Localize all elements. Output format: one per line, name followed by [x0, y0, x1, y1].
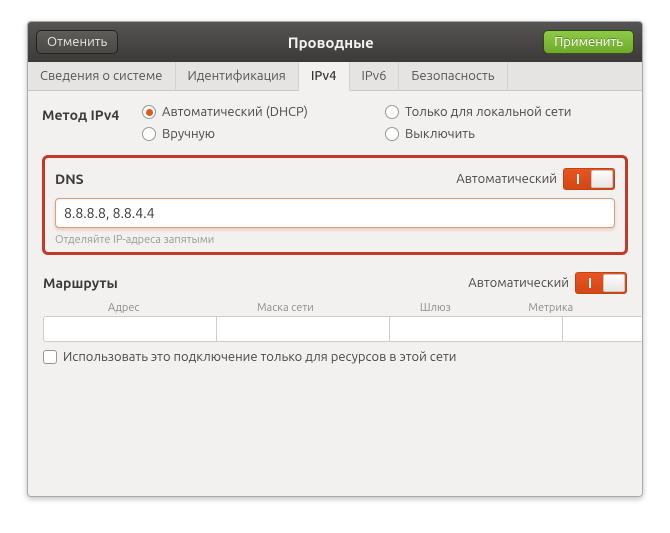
- switch-knob: [591, 170, 613, 188]
- dns-section: DNS Автоматический Отделяйте IP-адреса з…: [42, 155, 628, 255]
- method-manual[interactable]: Вручную: [142, 127, 385, 141]
- routes-title: Маршруты: [43, 275, 468, 291]
- dns-auto-label: Автоматический: [456, 172, 557, 186]
- tab-content: Метод IPv4 Автоматический (DHCP) Только …: [28, 91, 642, 387]
- routes-auto-label: Автоматический: [468, 276, 569, 290]
- tab-identity[interactable]: Идентификация: [176, 62, 299, 90]
- checkbox-icon: [43, 350, 57, 364]
- radio-icon: [142, 127, 156, 141]
- tabs-bar: Сведения о системе Идентификация IPv4 IP…: [28, 62, 642, 91]
- dns-header: DNS Автоматический: [55, 168, 615, 190]
- routes-column-headers: Адрес Маска сети Шлюз Метрика: [43, 302, 627, 314]
- routes-header: Маршруты Автоматический: [43, 272, 627, 294]
- route-netmask-input[interactable]: [217, 316, 390, 342]
- network-settings-window: Отменить Проводные Применить Сведения о …: [27, 21, 643, 497]
- switch-on-icon: [589, 278, 591, 288]
- dns-servers-input[interactable]: [55, 198, 615, 228]
- routes-only-local-label: Использовать это подключение только для …: [63, 350, 456, 364]
- window-title: Проводные: [118, 34, 543, 51]
- radio-icon: [142, 105, 156, 119]
- col-gateway: Шлюз: [366, 302, 505, 314]
- route-address-input[interactable]: [43, 316, 217, 342]
- route-metric-input[interactable]: [563, 316, 643, 342]
- method-local-label: Только для локальной сети: [405, 105, 572, 119]
- method-manual-label: Вручную: [162, 127, 215, 141]
- method-auto[interactable]: Автоматический (DHCP): [142, 105, 385, 119]
- ipv4-method-options: Автоматический (DHCP) Только для локальн…: [142, 105, 628, 141]
- col-metric: Метрика: [505, 302, 597, 314]
- tab-details[interactable]: Сведения о системе: [28, 62, 176, 90]
- dns-auto-switch[interactable]: [563, 168, 615, 190]
- route-row: [43, 316, 627, 342]
- dns-title: DNS: [55, 171, 456, 187]
- method-auto-label: Автоматический (DHCP): [162, 105, 308, 119]
- radio-icon: [385, 105, 399, 119]
- method-off-label: Выключить: [405, 127, 475, 141]
- routes-section: Маршруты Автоматический Адрес Маска сети…: [42, 267, 628, 365]
- switch-knob: [603, 274, 625, 292]
- radio-icon: [385, 127, 399, 141]
- tab-ipv6[interactable]: IPv6: [350, 62, 400, 90]
- tab-ipv4[interactable]: IPv4: [299, 62, 350, 91]
- dns-hint: Отделяйте IP-адреса запятыми: [55, 234, 615, 246]
- route-gateway-input[interactable]: [390, 316, 563, 342]
- col-netmask: Маска сети: [205, 302, 367, 314]
- method-local[interactable]: Только для локальной сети: [385, 105, 628, 119]
- routes-auto-switch[interactable]: [575, 272, 627, 294]
- method-off[interactable]: Выключить: [385, 127, 628, 141]
- col-address: Адрес: [43, 302, 205, 314]
- apply-button[interactable]: Применить: [543, 30, 634, 54]
- cancel-button[interactable]: Отменить: [36, 30, 118, 54]
- ipv4-method-label: Метод IPv4: [42, 105, 142, 123]
- tab-security[interactable]: Безопасность: [399, 62, 507, 90]
- routes-only-local[interactable]: Использовать это подключение только для …: [43, 350, 627, 364]
- ipv4-method-row: Метод IPv4 Автоматический (DHCP) Только …: [42, 105, 628, 141]
- titlebar: Отменить Проводные Применить: [28, 22, 642, 62]
- switch-on-icon: [577, 174, 579, 184]
